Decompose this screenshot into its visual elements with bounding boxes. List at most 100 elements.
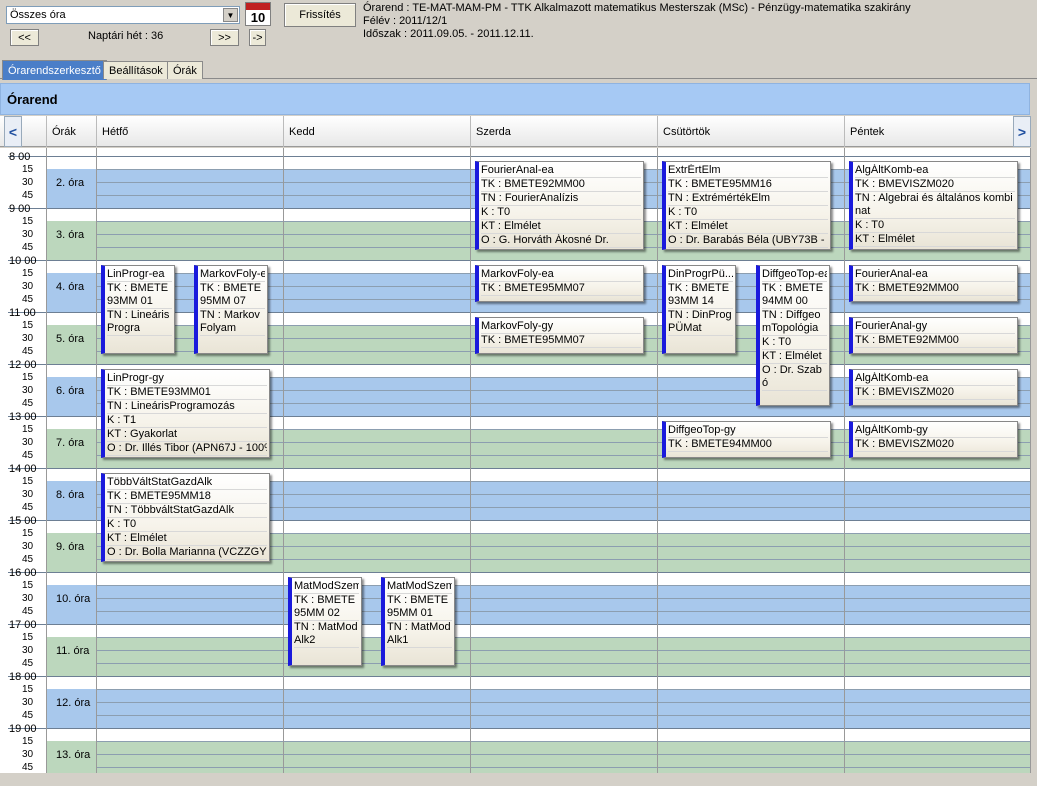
event-detail: KT : Elmélet xyxy=(668,220,828,234)
event-card[interactable]: FourierAnal-ea TK : BMETE92MM00 TN : Fouri… xyxy=(475,161,644,250)
hour-label: 19 00 xyxy=(9,723,37,735)
period-label: 9. óra xyxy=(56,541,85,553)
event-card[interactable]: MatModSzem1TK : BMETE95MM 01TN : MatModA… xyxy=(381,577,455,666)
prev-week-button[interactable]: << xyxy=(10,29,39,46)
event-card[interactable]: DiffgeoTop-gy TK : BMETE94MM00 xyxy=(662,421,831,458)
period-label: 10. óra xyxy=(56,593,91,605)
event-detail: O : Dr. Barabás Béla (UBY73B - xyxy=(668,234,828,248)
minute-label: 30 xyxy=(22,489,34,500)
event-title: AlgÁltKomb-ea xyxy=(855,164,1015,178)
minute-label: 45 xyxy=(22,554,34,565)
event-card[interactable]: DiffgeoTop-ea TK : BMETE94MM 00 TN : Diffg… xyxy=(756,265,830,406)
event-title: AlgÁltKomb-ea xyxy=(855,372,1015,386)
event-title: TöbbVáltStatGazdAlk xyxy=(107,476,267,490)
quarter-line xyxy=(96,663,1031,664)
event-card[interactable]: AlgÁltKomb-ea TK : BMEVISZM020 xyxy=(849,369,1018,406)
event-card[interactable]: MarkovFoly-ea TK : BMETE95MM07 xyxy=(475,265,644,302)
tab-bar: Órarendszerkesztő Beállítások Órák xyxy=(0,60,1037,80)
minute-label: 30 xyxy=(22,177,34,188)
minute-label: 45 xyxy=(22,502,34,513)
minute-label: 45 xyxy=(22,450,34,461)
event-detail: TK : BMETE93MM01 xyxy=(107,386,267,400)
column-header-pentek: Péntek xyxy=(844,116,1014,147)
event-detail: TN : LineárisProgra xyxy=(107,309,172,336)
tab-orak[interactable]: Órák xyxy=(167,61,203,79)
quarter-line xyxy=(8,468,1031,469)
column-header-hetfo: Hétfő xyxy=(96,116,283,147)
calendar-icon-day: 10 xyxy=(250,10,266,25)
period-label: 12. óra xyxy=(56,697,91,709)
quarter-line xyxy=(8,728,1031,729)
event-card[interactable]: AlgÁltKomb-ea TK : BMEVISZM020 TN : Algebr… xyxy=(849,161,1018,250)
column-line xyxy=(283,148,284,773)
column-header-kedd: Kedd xyxy=(283,116,470,147)
refresh-button[interactable]: Frissítés xyxy=(284,3,356,27)
quarter-line xyxy=(96,702,1031,703)
schedule-info-semester: Félév : 2011/12/1 xyxy=(363,15,448,27)
right-splitter[interactable] xyxy=(1031,116,1037,776)
event-card[interactable]: MarkovFoly-gy TK : BMETE95MM07 xyxy=(475,317,644,354)
period-label: 4. óra xyxy=(56,281,85,293)
minute-label: 15 xyxy=(22,268,34,279)
column-line xyxy=(657,148,658,773)
tab-beallitasok[interactable]: Beállítások xyxy=(103,61,169,79)
minute-label: 15 xyxy=(22,424,34,435)
minute-label: 15 xyxy=(22,216,34,227)
event-card[interactable]: MatModSzem2TK : BMETE95MM 02TN : MatModA… xyxy=(288,577,362,666)
event-detail: TK : BMETE94MM00 xyxy=(668,438,828,452)
go-current-button[interactable]: -> xyxy=(249,29,266,46)
view-select[interactable]: Összes óra ▼ xyxy=(6,6,240,24)
event-card[interactable]: MarkovFoly-eaTK : BMETE95MM 07TN : Marko… xyxy=(194,265,268,354)
event-detail: TN : DiffgeomTopológia xyxy=(762,309,827,336)
event-card[interactable]: FourierAnal-ea TK : BMETE92MM00 xyxy=(849,265,1018,302)
event-detail: TN : MatModAlk2 xyxy=(294,621,359,648)
quarter-line xyxy=(8,156,1031,157)
event-detail: TN : LineárisProgramozás xyxy=(107,400,267,414)
next-days-icon[interactable]: > xyxy=(1013,116,1031,147)
event-card[interactable]: DinProgrPü... TK : BMETE93MM 14 TN : DinPr… xyxy=(662,265,736,354)
quarter-line xyxy=(96,637,1031,638)
schedule-info-period: Időszak : 2011.09.05. - 2011.12.11. xyxy=(363,28,534,40)
event-title: FourierAnal-gy xyxy=(855,320,1015,334)
quarter-line xyxy=(8,260,1031,261)
column-line xyxy=(844,148,845,773)
toolbar: Összes óra ▼ 10 Frissítés << Naptári hét… xyxy=(0,0,1037,60)
event-card[interactable]: LinProgr-gy TK : BMETE93MM01 TN : Lineáris… xyxy=(101,369,270,458)
event-detail: TK : BMETE95MM16 xyxy=(668,178,828,192)
view-select-value: Összes óra xyxy=(10,9,66,21)
event-title: LinProgr-ea xyxy=(107,268,172,282)
quarter-line xyxy=(96,689,1031,690)
minute-label: 45 xyxy=(22,762,34,773)
event-card[interactable]: TöbbVáltStatGazdAlk TK : BMETE95MM18 TN : … xyxy=(101,473,270,562)
next-week-button[interactable]: >> xyxy=(210,29,239,46)
minute-label: 15 xyxy=(22,320,34,331)
quarter-line xyxy=(96,650,1031,651)
event-detail: O : Dr. Bolla Marianna (VCZZGY - xyxy=(107,546,267,560)
hour-label: 16 00 xyxy=(9,567,37,579)
event-card[interactable]: FourierAnal-gy TK : BMETE92MM00 xyxy=(849,317,1018,354)
event-detail: TK : BMEVISZM020 xyxy=(855,438,1015,452)
prev-days-icon[interactable]: < xyxy=(4,116,22,147)
event-card[interactable]: LinProgr-ea TK : BMETE93MM 01 TN : Lineári… xyxy=(101,265,175,354)
event-title: MarkovFoly-ea xyxy=(200,268,265,282)
event-detail: K : T0 xyxy=(855,219,1015,233)
minute-label: 45 xyxy=(22,294,34,305)
minute-label: 45 xyxy=(22,710,34,721)
minute-label: 15 xyxy=(22,580,34,591)
event-title: MatModSzem2 xyxy=(294,580,359,594)
minute-label: 30 xyxy=(22,593,34,604)
quarter-line xyxy=(96,598,1031,599)
minute-label: 30 xyxy=(22,281,34,292)
calendar-icon-header xyxy=(246,3,270,10)
tab-orarendszerkeszto[interactable]: Órarendszerkesztő xyxy=(2,60,107,80)
calendar-icon[interactable]: 10 xyxy=(245,2,271,26)
event-detail: KT : Elmélet xyxy=(762,350,827,364)
event-card[interactable]: ExtrÉrtElm TK : BMETE95MM16 TN : Extrémért… xyxy=(662,161,831,250)
minute-label: 30 xyxy=(22,333,34,344)
event-card[interactable]: AlgÁltKomb-gy TK : BMEVISZM020 xyxy=(849,421,1018,458)
column-line xyxy=(46,148,47,773)
event-detail: TK : BMEVISZM020 xyxy=(855,178,1015,192)
minute-label: 15 xyxy=(22,684,34,695)
chevron-down-icon[interactable]: ▼ xyxy=(223,8,238,22)
event-detail: TN : MatModAlk1 xyxy=(387,621,452,648)
